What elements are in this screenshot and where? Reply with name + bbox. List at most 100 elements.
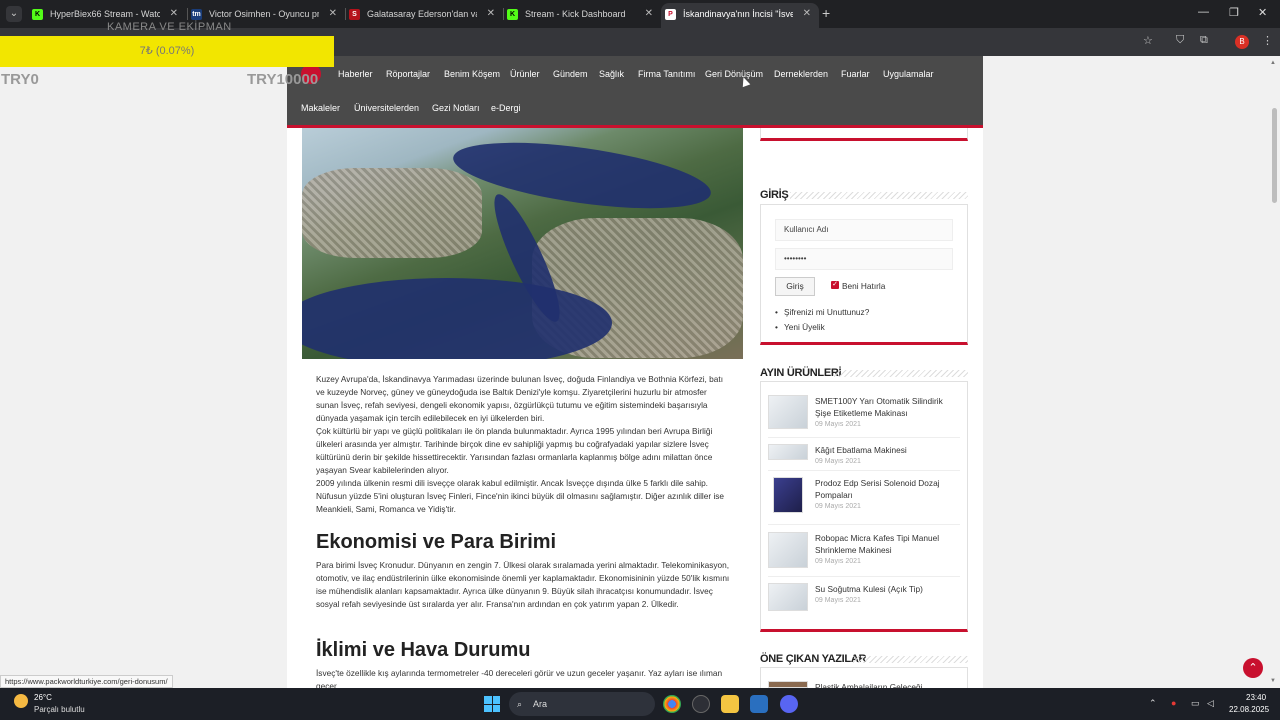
river-shape (449, 130, 715, 221)
bookmark-star-icon[interactable]: ☆ (1143, 34, 1153, 47)
overlay-goal-title: KAMERA VE EKİPMAN (107, 21, 232, 33)
weather-temperature[interactable]: 26°C (34, 693, 52, 702)
discord-icon[interactable] (780, 695, 798, 713)
scroll-up-arrow-icon[interactable]: ▲ (1270, 60, 1276, 66)
article-paragraph: İsveç'te özellikle kış aylarında termome… (316, 668, 723, 688)
divider (768, 470, 960, 471)
scrollbar-thumb[interactable] (1272, 108, 1277, 203)
tray-chevron-icon[interactable]: ⌃ (1149, 698, 1157, 709)
browser-tab[interactable]: K Stream - Kick Dashboard ✕ (503, 3, 661, 28)
close-icon[interactable]: ✕ (803, 3, 811, 25)
bullet: • (775, 322, 778, 332)
featured-title[interactable]: Plastik Ambalajların Geleceği (815, 681, 957, 688)
product-thumbnail (768, 395, 808, 429)
tm-icon: tm (191, 9, 202, 20)
product-thumbnail (773, 477, 803, 513)
url-field[interactable]: html (300, 32, 1160, 52)
goal-max-label: TRY10000 (247, 71, 319, 88)
site-navigation: Haberler Röportajlar Benim Köşem Ürünler… (287, 56, 983, 128)
kick-icon: K (32, 9, 43, 20)
microphone-icon[interactable]: ● (1171, 698, 1176, 708)
nav-item-makaleler[interactable]: Makaleler (301, 103, 340, 113)
nav-item-benim-kosem[interactable]: Benim Köşem (444, 69, 500, 79)
weather-icon[interactable] (14, 694, 28, 708)
app-icon[interactable] (750, 695, 768, 713)
minimize-icon[interactable]: — (1198, 6, 1209, 18)
tab-title: İskandinavya'nın İncisi "İsveç" | (683, 9, 793, 19)
nav-item-roportajlar[interactable]: Röportajlar (386, 69, 430, 79)
close-icon[interactable]: ✕ (645, 3, 653, 25)
app-icon[interactable] (692, 695, 710, 713)
nav-item-geri-donusum[interactable]: Geri Dönüşüm (705, 69, 763, 79)
profile-avatar[interactable]: B (1235, 35, 1249, 49)
windows-taskbar: 26°C Parçalı bulutlu ⌕ Ara ⌃ ● ▭ ◁ 23:40… (0, 688, 1280, 720)
nav-item-derneklerden[interactable]: Derneklerden (774, 69, 828, 79)
browser-tab-active[interactable]: P İskandinavya'nın İncisi "İsveç" | ✕ (661, 3, 819, 28)
restore-icon[interactable]: ❐ (1229, 6, 1239, 19)
password-field[interactable]: •••••••• (775, 248, 953, 270)
heading-decoration (853, 656, 968, 663)
nav-item-haberler[interactable]: Haberler (338, 69, 373, 79)
nav-item-e-dergi[interactable]: e-Dergi (491, 103, 521, 113)
close-icon[interactable]: ✕ (329, 3, 337, 25)
product-date: 09 Mayıs 2021 (815, 503, 861, 510)
clock-time[interactable]: 23:40 (1246, 693, 1266, 702)
chrome-app-icon[interactable] (663, 695, 681, 713)
donation-goal-bar: 7₺ (0.07%) (0, 36, 334, 67)
link-status-url: https://www.packworldturkiye.com/geri-do… (0, 675, 173, 688)
nav-item-uygulamalar[interactable]: Uygulamalar (883, 69, 934, 79)
bullet: • (775, 307, 778, 317)
heading-decoration (790, 192, 968, 199)
scroll-to-top-icon[interactable]: ⌃ (1243, 658, 1263, 678)
product-name[interactable]: Robopac Micra Kafes Tipi Manuel Shrinkle… (815, 532, 957, 556)
scroll-down-arrow-icon[interactable]: ▼ (1270, 678, 1276, 684)
sidebar-box-partial (760, 128, 968, 141)
product-date: 09 Mayıs 2021 (815, 558, 861, 565)
tab-search-icon[interactable]: ⌄ (6, 6, 22, 22)
more-options-icon[interactable]: ⋮ (1262, 34, 1273, 47)
close-icon[interactable]: ✕ (487, 3, 495, 25)
display-icon[interactable]: ▭ (1191, 698, 1200, 709)
file-explorer-icon[interactable] (721, 695, 739, 713)
search-icon: ⌕ (517, 699, 523, 709)
search-placeholder: Ara (533, 699, 548, 709)
extensions-icon[interactable]: ⧉ (1200, 34, 1208, 47)
products-heading: AYIN ÜRÜNLERİ (760, 367, 842, 379)
product-name[interactable]: Prodoz Edp Serisi Solenoid Dozaj Pompala… (815, 477, 957, 501)
taskbar-search[interactable]: ⌕ Ara (509, 692, 655, 716)
new-tab-icon[interactable]: + (822, 5, 830, 21)
remember-me-checkbox[interactable]: ✓ (831, 281, 839, 289)
donation-goal-text: 7₺ (0.07%) (139, 45, 195, 57)
product-name[interactable]: Kâğıt Ebatlama Makinesi (815, 444, 957, 456)
new-member-link[interactable]: Yeni Üyelik (784, 322, 825, 332)
product-name[interactable]: SMET100Y Yarı Otomatik Silindirik Şişe E… (815, 395, 957, 419)
product-thumbnail (768, 444, 808, 460)
login-button[interactable]: Giriş (775, 277, 815, 296)
forgot-password-link[interactable]: Şifrenizi mi Unuttunuz? (784, 307, 869, 317)
nav-item-urunler[interactable]: Ürünler (510, 69, 540, 79)
article-paragraph: Para birimi İsveç Kronudur. Dünyanın en … (316, 560, 730, 609)
close-window-icon[interactable]: ✕ (1258, 6, 1267, 19)
article-paragraph: Çok kültürlü bir yapı ve güçlü politikal… (316, 426, 713, 475)
browser-tab[interactable]: S Galatasaray Ederson'dan vazgeç ✕ (345, 3, 503, 28)
featured-heading: ÖNE ÇIKAN YAZILAR (760, 653, 867, 665)
kick-icon: K (507, 9, 518, 20)
article-paragraph: 2009 yılında ülkenin resmi dili isveççe … (316, 478, 725, 514)
product-name[interactable]: Su Soğutma Kulesi (Açık Tip) (815, 583, 957, 595)
nav-item-fuarlar[interactable]: Fuarlar (841, 69, 870, 79)
divider (768, 576, 960, 577)
weather-description[interactable]: Parçalı bulutlu (34, 705, 85, 714)
nav-item-universitelerden[interactable]: Üniversitelerden (354, 103, 419, 113)
username-field[interactable]: Kullanıcı Adı (775, 219, 953, 241)
nav-item-gezi-notlari[interactable]: Gezi Notları (432, 103, 480, 113)
product-date: 09 Mayıs 2021 (815, 458, 861, 465)
clock-date[interactable]: 22.08.2025 (1229, 705, 1269, 714)
shield-icon[interactable]: ⛉ (1176, 34, 1184, 47)
nav-item-saglik[interactable]: Sağlık (599, 69, 624, 79)
nav-item-gundem[interactable]: Gündem (553, 69, 588, 79)
start-button[interactable] (484, 696, 500, 712)
volume-icon[interactable]: ◁ (1207, 698, 1214, 709)
article-paragraph: Kuzey Avrupa'da, İskandinavya Yarımadası… (316, 374, 724, 423)
nav-item-firma-tanitimi[interactable]: Firma Tanıtımı (638, 69, 695, 79)
section-heading: İklimi ve Hava Durumu (316, 639, 531, 661)
